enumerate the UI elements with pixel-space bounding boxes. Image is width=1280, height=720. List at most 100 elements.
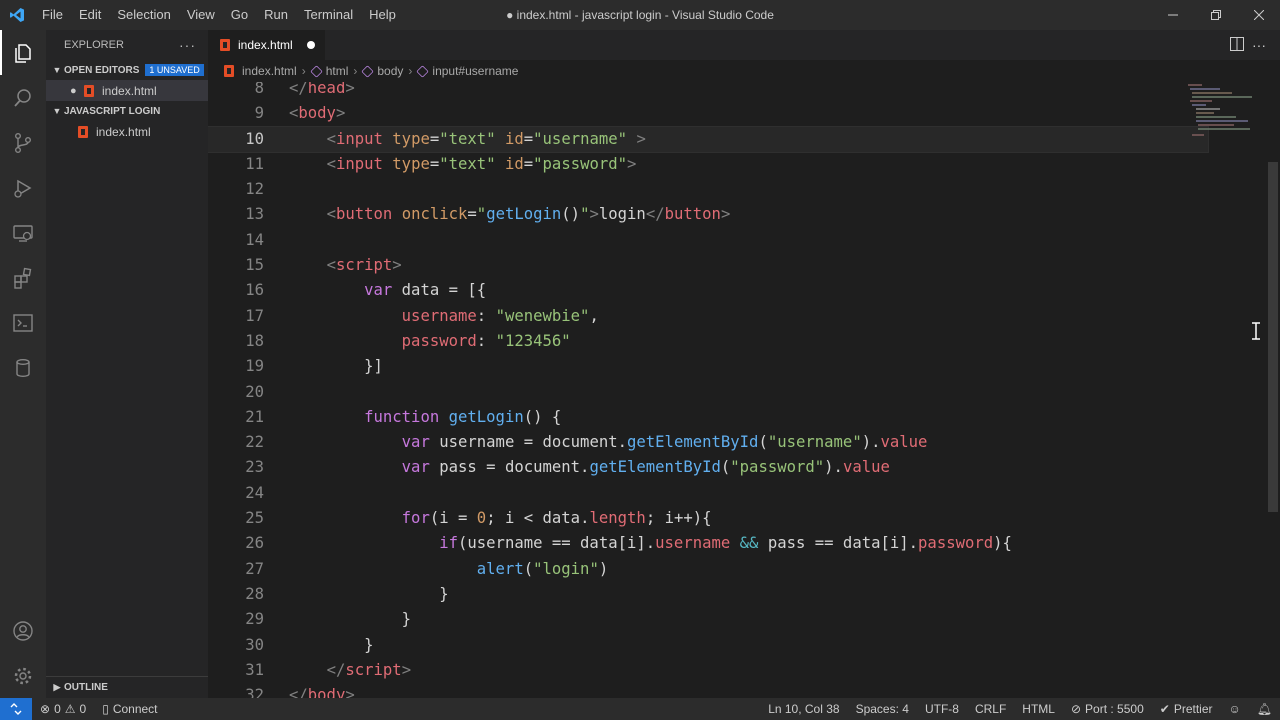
extensions-button[interactable] (0, 255, 46, 300)
prettier-label: Prettier (1173, 702, 1213, 716)
chevron-right-icon: › (301, 64, 306, 78)
more-actions-icon[interactable]: ··· (179, 37, 196, 53)
code-line[interactable]: 22 var username = document.getElementByI… (208, 430, 1208, 455)
file-tree-item[interactable]: index.html (46, 121, 208, 142)
vertical-scrollbar[interactable] (1266, 82, 1280, 698)
tab-index-html[interactable]: index.html (208, 30, 325, 60)
source-control-icon (15, 132, 31, 153)
line-text: username: "wenewbie", (289, 304, 599, 329)
terminal-button[interactable] (0, 300, 46, 345)
restore-button[interactable] (1194, 0, 1237, 30)
code-line[interactable]: 17 username: "wenewbie", (208, 304, 1208, 329)
folder-section[interactable]: ▼ JAVASCRIPT LOGIN (46, 101, 208, 121)
code-line[interactable]: 20 (208, 380, 1208, 405)
code-line[interactable]: 30 } (208, 633, 1208, 658)
menu-selection[interactable]: Selection (109, 0, 178, 30)
code-line[interactable]: 18 password: "123456" (208, 329, 1208, 354)
notifications-button[interactable]: 🔔︎ (1249, 702, 1280, 716)
code-line[interactable]: 24 (208, 481, 1208, 506)
connect-status[interactable]: ▯ Connect (94, 702, 165, 716)
code-line[interactable]: 8 </head> (208, 82, 1208, 101)
code-token: "password" (730, 458, 825, 477)
minimap[interactable] (1188, 82, 1266, 698)
menu-view[interactable]: View (179, 0, 223, 30)
code-token: 0 (476, 509, 487, 528)
menu-terminal[interactable]: Terminal (296, 0, 361, 30)
problems-status[interactable]: ⊗ 0 ⚠ 0 (32, 702, 94, 716)
code-line[interactable]: 29 } (208, 607, 1208, 632)
code-line[interactable]: 32 </body> (208, 683, 1208, 698)
minimize-button[interactable] (1151, 0, 1194, 30)
editor-tabs: index.html ··· (208, 30, 1280, 60)
scrollbar-thumb[interactable] (1268, 162, 1278, 512)
line-text: for(i = 0; i < data.length; i++){ (289, 506, 712, 531)
more-actions-icon[interactable]: ··· (1252, 37, 1266, 53)
code-line[interactable]: 27 alert("login") (208, 557, 1208, 582)
menu-run[interactable]: Run (256, 0, 296, 30)
code-line[interactable]: 11 <input type="text" id="password"> (208, 152, 1208, 177)
remote-explorer-button[interactable] (0, 210, 46, 255)
code-token: "123456" (495, 331, 571, 350)
breadcrumb-html-label: html (325, 64, 349, 78)
breadcrumb-input[interactable]: input#username (416, 64, 518, 78)
remote-indicator-button[interactable] (0, 698, 32, 720)
code-editor[interactable]: 8 </head> 9 <body> 10 <input type="text" id=… (208, 82, 1280, 698)
breadcrumb-body[interactable]: body (361, 64, 403, 78)
cursor-position[interactable]: Ln 10, Col 38 (760, 702, 847, 716)
code-line[interactable]: 12 (208, 177, 1208, 202)
code-line[interactable]: 28 } (208, 582, 1208, 607)
breadcrumb-html[interactable]: html (309, 64, 349, 78)
explorer-button[interactable] (0, 30, 46, 75)
indentation[interactable]: Spaces: 4 (848, 702, 917, 716)
code-line[interactable]: 15 <script> (208, 253, 1208, 278)
code-token: var (364, 281, 393, 300)
code-line[interactable]: 25 for(i = 0; i < data.length; i++){ (208, 506, 1208, 531)
broadcast-icon: ⊘ (1070, 702, 1082, 716)
close-window-button[interactable] (1237, 0, 1280, 30)
code-token: > (345, 686, 355, 698)
restore-icon (1210, 10, 1221, 20)
html-file-icon (84, 84, 94, 97)
code-lines[interactable]: 8 </head> 9 <body> 10 <input type="text" id=… (208, 82, 1209, 698)
modified-dot-icon[interactable] (306, 41, 315, 49)
feedback-button[interactable]: ☺ (1221, 702, 1249, 716)
settings-button[interactable] (0, 653, 46, 698)
code-line[interactable]: 16 var data = [{ (208, 278, 1208, 303)
line-ending[interactable]: CRLF (967, 702, 1014, 716)
split-editor-icon[interactable] (1230, 36, 1244, 54)
line-number: 13 (245, 205, 264, 224)
menu-file[interactable]: File (34, 0, 71, 30)
live-server-port[interactable]: ⊘ Port : 5500 (1063, 702, 1152, 716)
code-line[interactable]: 14 (208, 228, 1208, 253)
open-editor-item[interactable]: ● index.html (46, 80, 208, 101)
code-token: () (561, 205, 581, 224)
account-button[interactable] (0, 608, 46, 653)
code-line[interactable]: 21 function getLogin() { (208, 405, 1208, 430)
vscode-logo-icon (0, 0, 34, 30)
code-line[interactable]: 9 <body> (208, 101, 1208, 126)
run-debug-button[interactable] (0, 165, 46, 210)
database-button[interactable] (0, 345, 46, 390)
code-line[interactable]: 19 }] (208, 354, 1208, 379)
language-mode[interactable]: HTML (1014, 702, 1063, 716)
menu-edit[interactable]: Edit (71, 0, 109, 30)
breadcrumb-file[interactable]: index.html (224, 64, 297, 78)
chevron-right-icon: ▶ (53, 682, 61, 692)
code-token: } (289, 584, 449, 603)
code-line[interactable]: 31 </script> (208, 658, 1208, 683)
encoding[interactable]: UTF-8 (917, 702, 967, 716)
line-number: 8 (254, 82, 264, 97)
code-line[interactable]: 23 var pass = document.getElementById("p… (208, 455, 1208, 480)
open-editors-section[interactable]: ▼ OPEN EDITORS 1 UNSAVED (46, 60, 208, 80)
source-control-button[interactable] (0, 120, 46, 165)
code-line[interactable]: 13 <button onclick="getLogin()">login</b… (208, 202, 1208, 227)
menu-help[interactable]: Help (361, 0, 404, 30)
code-line[interactable]: 26 if(username == data[i].username && pa… (208, 531, 1208, 556)
outline-section[interactable]: ▶ OUTLINE (46, 676, 208, 698)
code-line[interactable]: 10 <input type="text" id="username" > (208, 125, 1209, 153)
prettier-status[interactable]: ✔ Prettier (1152, 702, 1221, 716)
menu-go[interactable]: Go (223, 0, 256, 30)
search-button[interactable] (0, 75, 46, 120)
code-token: value (880, 433, 928, 452)
